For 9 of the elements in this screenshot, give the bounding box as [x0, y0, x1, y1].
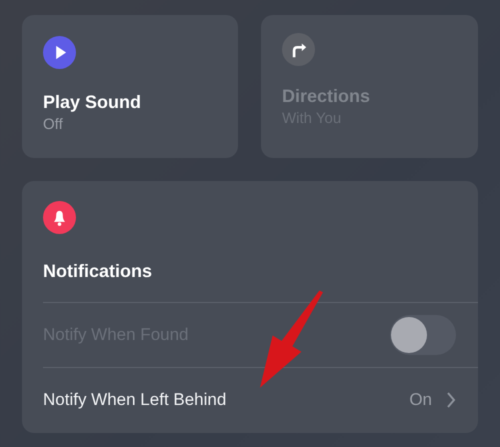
action-tile[interactable]: Play Sound Off: [22, 15, 238, 158]
tile-subtitle: Off: [43, 116, 64, 133]
tile-title: Directions: [282, 86, 372, 107]
tile-title: Play Sound: [43, 92, 142, 113]
row-value: On: [409, 390, 432, 410]
row-label[interactable]: Notify When Left Behind: [43, 390, 410, 410]
bell-icon: [43, 201, 76, 234]
play-icon: [43, 36, 76, 69]
chevron-icon: [446, 391, 456, 409]
